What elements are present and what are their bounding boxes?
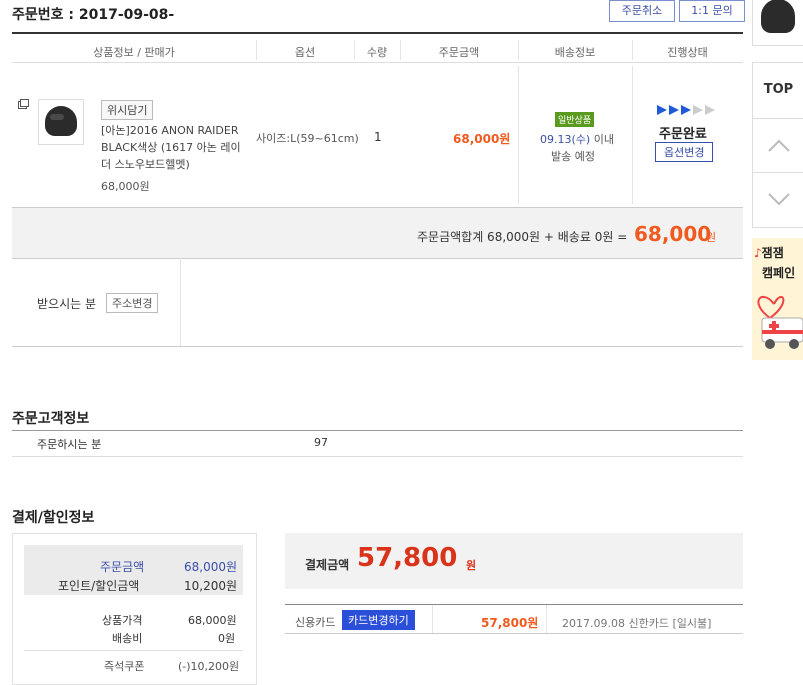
coupon-label: 즉석쿠폰	[104, 660, 145, 673]
order-amount: 68,000원	[453, 132, 511, 146]
product-name[interactable]: [아논]2016 ANON RAIDER BLACK색상 (1617 아논 레이…	[101, 122, 243, 173]
col-sep	[632, 66, 633, 204]
order-amount-value: 68,000원	[184, 560, 238, 574]
pay-method-bottom-line	[285, 633, 743, 634]
col-status: 진행상태	[667, 46, 708, 59]
top-button[interactable]: TOP	[752, 62, 803, 120]
pay-total-value: 57,800	[357, 543, 458, 573]
recent-item-thumb[interactable]	[752, 0, 803, 46]
pay-method-detail: 2017.09.08 신한카드 [일시불]	[562, 617, 712, 630]
pay-method-top-line	[285, 604, 743, 605]
shipping-date-line: 09.13(수) 이내	[540, 131, 614, 147]
customer-info-title: 주문고객정보	[12, 411, 90, 427]
product-qty: 1	[374, 130, 382, 144]
shipping-fee-value: 0원	[218, 632, 236, 645]
inquiry-button[interactable]: 1:1 문의	[679, 0, 745, 22]
option-change-button[interactable]: 옵션변경	[655, 142, 714, 162]
orderer-label: 주문하시는 분	[37, 438, 102, 451]
card-change-button[interactable]: 카드변경하기	[342, 610, 415, 630]
order-status: 주문완료	[659, 127, 707, 142]
shipping-date: 09.13(수)	[540, 133, 591, 146]
pay-total-label: 결제금액	[305, 558, 350, 572]
helmet-image	[45, 106, 77, 136]
col-sep	[518, 40, 519, 60]
pay-total-panel	[285, 533, 743, 589]
payment-info-title: 결제/할인정보	[12, 510, 95, 526]
pay-method-sep	[432, 605, 433, 633]
pay-method-label: 신용카드	[295, 616, 336, 629]
col-sep	[256, 40, 257, 60]
chevron-up-icon	[768, 139, 790, 152]
col-qty: 수량	[366, 46, 388, 59]
col-sep	[632, 40, 633, 60]
progress-indicator	[657, 105, 719, 115]
ambulance-icon	[757, 295, 803, 349]
receiver-sep	[180, 258, 181, 346]
summary-total: 68,000	[634, 222, 712, 246]
customer-bottom-line	[12, 456, 743, 457]
helmet-thumb-image	[761, 0, 795, 33]
order-number: 주문번호 : 2017-09-08-	[12, 7, 175, 23]
shipping-within: 이내	[590, 133, 614, 146]
progress-step-done	[657, 105, 667, 115]
receiver-label: 받으시는 분	[37, 297, 97, 311]
scroll-up-button[interactable]	[752, 118, 803, 174]
shipping-fee-label: 배송비	[112, 632, 143, 645]
col-option: 옵션	[294, 46, 316, 59]
header-divider	[12, 32, 743, 34]
chevron-down-icon	[768, 193, 790, 206]
progress-step-done	[669, 105, 679, 115]
scroll-down-button[interactable]	[752, 172, 803, 228]
address-change-button[interactable]: 주소변경	[106, 293, 159, 313]
orderer-value: 97	[314, 436, 328, 449]
product-price-label: 상품가격	[102, 614, 143, 627]
coupon-divider	[24, 650, 243, 651]
pay-method-amount: 57,800원	[481, 616, 539, 630]
col-amount: 주문금액	[438, 46, 480, 59]
progress-step-pending	[693, 105, 703, 115]
col-sep	[518, 66, 519, 204]
summary-unit: 원	[706, 231, 717, 244]
shipping-note: 발송 예정	[551, 150, 595, 163]
banner-line1: ♪잼잼	[754, 246, 784, 260]
banner-line2: 캠페인	[762, 266, 796, 280]
wishlist-button[interactable]: 위시담기	[101, 100, 154, 120]
window-icon[interactable]	[18, 98, 29, 112]
receiver-divider	[12, 346, 743, 347]
order-amount-label: 주문금액	[100, 560, 145, 574]
col-product: 상품정보 / 판매가	[93, 46, 175, 59]
col-sep	[354, 40, 355, 60]
product-option: 사이즈:L(59~61cm)	[256, 132, 359, 145]
col-shipping: 배송정보	[554, 46, 596, 59]
music-note-icon: ♪	[754, 246, 762, 260]
top-label: TOP	[763, 82, 794, 97]
col-sep	[400, 40, 401, 60]
discount-label: 포인트/할인금액	[58, 579, 140, 593]
progress-step-done	[681, 105, 691, 115]
shipping-badge: 일반상품	[555, 112, 595, 127]
cancel-order-button[interactable]: 주문취소	[609, 0, 675, 22]
campaign-banner[interactable]: ♪잼잼 캠페인	[752, 238, 803, 360]
progress-step-pending	[705, 105, 715, 115]
pay-method-sep	[546, 605, 547, 633]
coupon-value: (-)10,200원	[178, 660, 240, 673]
customer-top-line	[12, 430, 743, 431]
summary-text: 주문금액합계 68,000원 + 배송료 0원 =	[417, 230, 628, 244]
product-price-value: 68,000원	[188, 614, 237, 627]
product-price: 68,000원	[101, 180, 150, 193]
product-thumbnail[interactable]	[38, 99, 84, 145]
discount-value: 10,200원	[184, 579, 238, 593]
pay-total-unit: 원	[466, 559, 477, 572]
header-row-divider	[12, 62, 743, 63]
